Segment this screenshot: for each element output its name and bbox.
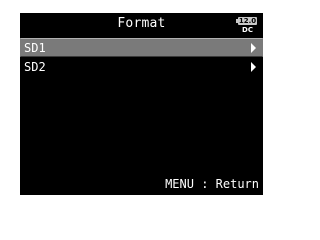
device-screen: Format 12.0 DC SD1 SD2 MENU : Return xyxy=(20,13,263,195)
format-menu-list: SD1 SD2 xyxy=(20,38,263,76)
menu-return-hint: MENU : Return xyxy=(165,177,259,191)
title-bar: Format 12.0 DC xyxy=(20,13,263,37)
battery-level: 12.0 xyxy=(238,17,257,25)
power-source-label: DC xyxy=(242,26,253,34)
chevron-right-icon xyxy=(251,62,256,72)
battery-indicator: 12.0 DC xyxy=(235,17,257,34)
chevron-right-icon xyxy=(251,43,256,53)
menu-item-label: SD2 xyxy=(24,60,46,74)
page-title: Format xyxy=(117,16,166,31)
menu-item-label: SD1 xyxy=(24,41,46,55)
menu-item-sd1[interactable]: SD1 xyxy=(20,38,263,57)
menu-item-sd2[interactable]: SD2 xyxy=(20,57,263,76)
